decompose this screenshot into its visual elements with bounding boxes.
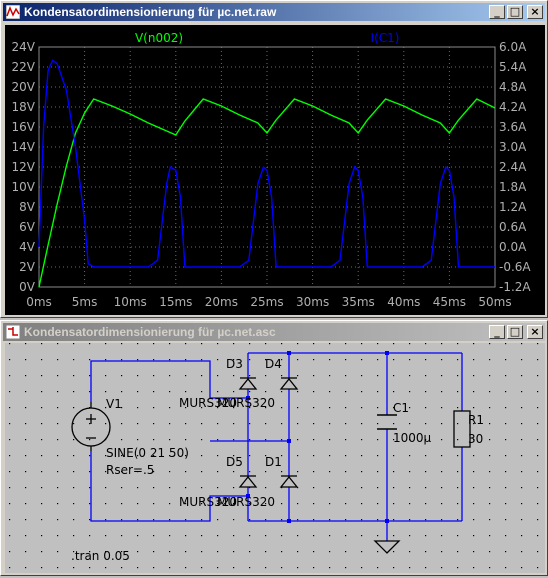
d4-label[interactable]: D4	[265, 357, 282, 371]
plot-window-titlebar[interactable]: Kondensatordimensionierung für µc.net.ra…	[3, 3, 545, 21]
right-tick-label: 0.6A	[499, 220, 527, 234]
right-tick-label: -0.6A	[499, 260, 531, 274]
maximize-button[interactable]: □	[507, 5, 523, 19]
left-tick-label: 20V	[12, 80, 36, 94]
minimize-button[interactable]: _	[489, 325, 505, 339]
left-tick-label: 16V	[12, 120, 36, 134]
x-tick-label: 15ms	[159, 295, 192, 309]
x-tick-label: 5ms	[72, 295, 98, 309]
schematic-window-title: Kondensatordimensionierung für µc.net.as…	[24, 325, 276, 339]
d4-model[interactable]: MURS320	[217, 396, 275, 410]
right-tick-label: 1.8A	[499, 180, 527, 194]
maximize-button[interactable]: □	[507, 325, 523, 339]
r1-label[interactable]: R1	[468, 413, 484, 427]
waveform-icon	[6, 5, 20, 19]
left-tick-label: 10V	[12, 180, 36, 194]
left-tick-label: 2V	[19, 260, 36, 274]
left-tick-label: 14V	[12, 140, 36, 154]
v1-label[interactable]: V1	[106, 397, 122, 411]
left-tick-label: 24V	[12, 40, 36, 54]
right-tick-label: 1.2A	[499, 200, 527, 214]
left-tick-label: 4V	[19, 240, 36, 254]
plot-pane[interactable]: 0ms 5ms 10ms 15ms 20ms 25ms 30ms 35ms 40ms 45ms 50…	[5, 25, 545, 315]
x-tick-label: 30ms	[296, 295, 329, 309]
d1-model[interactable]: MURS320	[217, 495, 275, 509]
schematic-window-titlebar[interactable]: Kondensatordimensionierung für µc.net.as…	[3, 323, 545, 341]
right-tick-label: 5.4A	[499, 60, 527, 74]
trace-label-voltage[interactable]: V(n002)	[135, 31, 183, 45]
schematic-canvas[interactable]: V1 SINE(0 21 50) Rser=.5 D3 D4 MURS320 M…	[5, 343, 545, 573]
trace-label-current[interactable]: I(C1)	[371, 31, 400, 45]
c1-label[interactable]: C1	[393, 401, 409, 415]
r1-value[interactable]: 30	[468, 432, 483, 446]
left-tick-label: 22V	[12, 60, 36, 74]
d3-label[interactable]: D3	[226, 357, 243, 371]
x-tick-label: 25ms	[250, 295, 283, 309]
x-tick-label: 50ms	[478, 295, 511, 309]
x-tick-label: 20ms	[205, 295, 238, 309]
waveform-plot[interactable]: 0ms 5ms 10ms 15ms 20ms 25ms 30ms 35ms 40ms 45ms 50…	[5, 25, 545, 315]
right-tick-label: 3.6A	[499, 120, 527, 134]
left-tick-label: 6V	[19, 220, 36, 234]
right-tick-label: 4.2A	[499, 100, 527, 114]
c1-value[interactable]: 1000µ	[393, 431, 432, 445]
right-tick-label: 4.8A	[499, 80, 527, 94]
minimize-button[interactable]: _	[489, 5, 505, 19]
left-tick-label: 12V	[12, 160, 36, 174]
x-tick-label: 35ms	[342, 295, 375, 309]
schematic-pane[interactable]: V1 SINE(0 21 50) Rser=.5 D3 D4 MURS320 M…	[5, 343, 545, 573]
x-tick-label: 40ms	[387, 295, 420, 309]
d1-label[interactable]: D1	[265, 455, 282, 469]
schematic-window: Kondensatordimensionierung für µc.net.as…	[0, 320, 548, 576]
plot-window-title: Kondensatordimensionierung für µc.net.ra…	[24, 5, 277, 19]
right-tick-label: 0.0A	[499, 240, 527, 254]
right-tick-label: 3.0A	[499, 140, 527, 154]
right-tick-label: 6.0A	[499, 40, 527, 54]
schematic-icon	[6, 325, 20, 339]
v1-value[interactable]: SINE(0 21 50)	[106, 446, 189, 460]
spice-directive[interactable]: .tran 0.05	[71, 549, 130, 563]
left-tick-label: 8V	[19, 200, 36, 214]
x-tick-label: 45ms	[433, 295, 466, 309]
x-tick-label: 10ms	[114, 295, 147, 309]
right-tick-label: -1.2A	[499, 280, 531, 294]
plot-window: Kondensatordimensionierung für µc.net.ra…	[0, 0, 548, 318]
close-button[interactable]: ×	[527, 5, 543, 19]
v1-rser[interactable]: Rser=.5	[106, 463, 154, 477]
d5-label[interactable]: D5	[226, 455, 243, 469]
close-button[interactable]: ×	[527, 325, 543, 339]
x-tick-label: 0ms	[26, 295, 52, 309]
left-tick-label: 0V	[19, 280, 36, 294]
left-tick-label: 18V	[12, 100, 36, 114]
right-tick-label: 2.4A	[499, 160, 527, 174]
